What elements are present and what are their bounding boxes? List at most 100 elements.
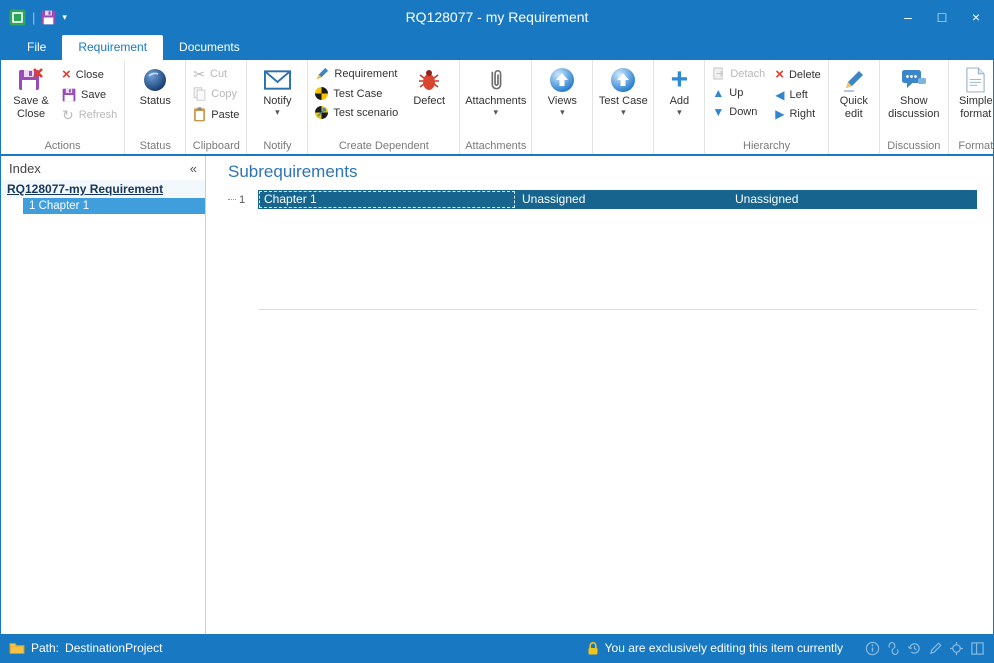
ribbon-group-notify: Notify ▾ Notify — [247, 60, 308, 154]
detach-button[interactable]: Detach — [708, 65, 769, 82]
ribbon-group-attachments: Attachments ▾ Attachments — [460, 60, 532, 154]
ribbon-group-status: Status Status — [125, 60, 186, 154]
sidebar-title: Index — [9, 161, 41, 176]
add-button[interactable]: + Add ▾ — [657, 62, 701, 118]
create-test-scenario-button[interactable]: Test scenario — [311, 104, 402, 121]
delete-label: Delete — [789, 69, 821, 81]
simple-format-button[interactable]: Simple format — [952, 62, 993, 121]
section-divider — [258, 309, 977, 310]
defect-label: Defect — [413, 95, 445, 108]
views-icon — [548, 65, 576, 95]
lock-icon — [587, 641, 599, 656]
show-discussion-label: Show discussion — [884, 95, 944, 120]
save-label: Save — [81, 89, 106, 101]
simple-format-icon — [965, 65, 986, 95]
quick-save-icon[interactable] — [41, 10, 56, 25]
detach-label: Detach — [730, 68, 765, 80]
ribbon-group-test-case: Test Case ▾ — [593, 60, 654, 154]
actions-stack: × Close Save ↻ Refresh — [58, 62, 121, 124]
create-test-case-button[interactable]: Test Case — [311, 85, 402, 102]
project-folder-icon — [9, 642, 25, 654]
add-dropdown-icon: ▾ — [677, 108, 682, 117]
save-button[interactable]: Save — [58, 86, 121, 104]
test-case-label: Test Case — [599, 95, 648, 108]
row-status-cell[interactable]: Unassigned — [729, 190, 977, 209]
attachments-button[interactable]: Attachments ▾ — [465, 62, 527, 118]
sidebar-collapse-icon[interactable]: « — [190, 161, 197, 176]
save-and-close-label: Save & Close — [5, 95, 57, 120]
show-discussion-button[interactable]: Show discussion — [883, 62, 945, 121]
titlebar: | ▾ RQ128077 - my Requirement – □ × — [1, 1, 993, 33]
cut-button[interactable]: ✂ Cut — [189, 65, 243, 83]
row-name-cell[interactable]: Chapter 1 — [258, 190, 516, 209]
locate-icon[interactable] — [949, 641, 964, 656]
attachments-dropdown-icon: ▾ — [494, 108, 499, 117]
group-label-create-dependent: Create Dependent — [311, 140, 456, 154]
group-label-clipboard: Clipboard — [189, 140, 243, 154]
move-down-button[interactable]: ▼ Down — [708, 104, 769, 120]
lock-section: You are exclusively editing this item cu… — [587, 641, 843, 656]
create-test-case-label: Test Case — [333, 88, 382, 100]
statusbar: Path: DestinationProject You are exclusi… — [1, 634, 993, 662]
edit-pen-icon[interactable] — [928, 641, 943, 656]
maximize-button[interactable]: □ — [925, 1, 959, 33]
path-value[interactable]: DestinationProject — [65, 641, 162, 655]
path-label: Path: — [31, 641, 59, 655]
create-defect-button[interactable]: Defect — [402, 62, 456, 109]
app-icon[interactable] — [9, 9, 26, 26]
statusbar-tools — [865, 641, 985, 656]
move-up-button[interactable]: ▲ Up — [708, 85, 769, 101]
row-assignee-cell[interactable]: Unassigned — [516, 190, 729, 209]
history-icon[interactable] — [907, 641, 922, 656]
group-label-views — [535, 140, 589, 154]
notify-button[interactable]: Notify ▾ — [250, 62, 304, 118]
ribbon-group-actions: Save & Close × Close Save ↻ — [1, 60, 125, 154]
test-case-icon — [315, 87, 328, 100]
move-right-button[interactable]: ▶ Right — [771, 106, 825, 122]
detach-icon — [712, 67, 725, 80]
tab-requirement[interactable]: Requirement — [62, 35, 163, 60]
group-label-discussion: Discussion — [883, 140, 945, 154]
ribbon-group-hierarchy: Detach ▲ Up ▼ Down × — [705, 60, 828, 154]
views-label: Views — [548, 95, 577, 108]
link-icon[interactable] — [886, 641, 901, 656]
row-cells[interactable]: Chapter 1 Unassigned Unassigned — [258, 190, 977, 209]
close-item-icon: × — [62, 67, 71, 82]
info-icon[interactable] — [865, 641, 880, 656]
paste-icon — [193, 107, 206, 122]
tab-documents[interactable]: Documents — [163, 35, 256, 60]
refresh-button[interactable]: ↻ Refresh — [58, 106, 121, 124]
subrequirement-row[interactable]: 1 Chapter 1 Unassigned Unassigned — [228, 190, 977, 209]
test-case-button[interactable]: Test Case ▾ — [596, 62, 650, 118]
save-and-close-button[interactable]: Save & Close — [4, 62, 58, 121]
status-button[interactable]: Status — [128, 62, 182, 109]
close-item-button[interactable]: × Close — [58, 65, 121, 84]
close-button[interactable]: × — [959, 1, 993, 33]
ribbon-group-quick-edit: Quick edit — [829, 60, 880, 154]
move-left-button[interactable]: ◀ Left — [771, 87, 825, 103]
copy-button[interactable]: Copy — [189, 85, 243, 103]
delete-button[interactable]: × Delete — [771, 65, 825, 84]
qat-separator: | — [32, 10, 35, 25]
test-case-sphere-icon — [609, 65, 637, 95]
views-button[interactable]: Views ▾ — [535, 62, 589, 118]
paste-button[interactable]: Paste — [189, 105, 243, 124]
qat-dropdown-icon[interactable]: ▾ — [62, 13, 67, 22]
quick-edit-button[interactable]: Quick edit — [832, 62, 876, 121]
tree-root-item[interactable]: RQ128077-my Requirement — [1, 180, 205, 198]
tree-child-item[interactable]: 1 Chapter 1 — [23, 198, 205, 214]
down-arrow-icon: ▼ — [712, 106, 724, 118]
quick-access-toolbar: | ▾ — [1, 9, 67, 26]
minimize-button[interactable]: – — [891, 1, 925, 33]
create-requirement-button[interactable]: Requirement — [311, 65, 402, 83]
quick-edit-label: Quick edit — [833, 95, 875, 120]
layout-icon[interactable] — [970, 641, 985, 656]
left-arrow-icon: ◀ — [775, 89, 784, 101]
ribbon: Save & Close × Close Save ↻ — [1, 60, 993, 156]
tab-file[interactable]: File — [11, 35, 62, 60]
attachments-label: Attachments — [465, 95, 526, 108]
test-case-dropdown-icon: ▾ — [621, 108, 626, 117]
copy-label: Copy — [211, 88, 237, 100]
group-label-test-case — [596, 140, 650, 154]
main-panel: Subrequirements 1 Chapter 1 Unassigned U… — [206, 156, 993, 634]
